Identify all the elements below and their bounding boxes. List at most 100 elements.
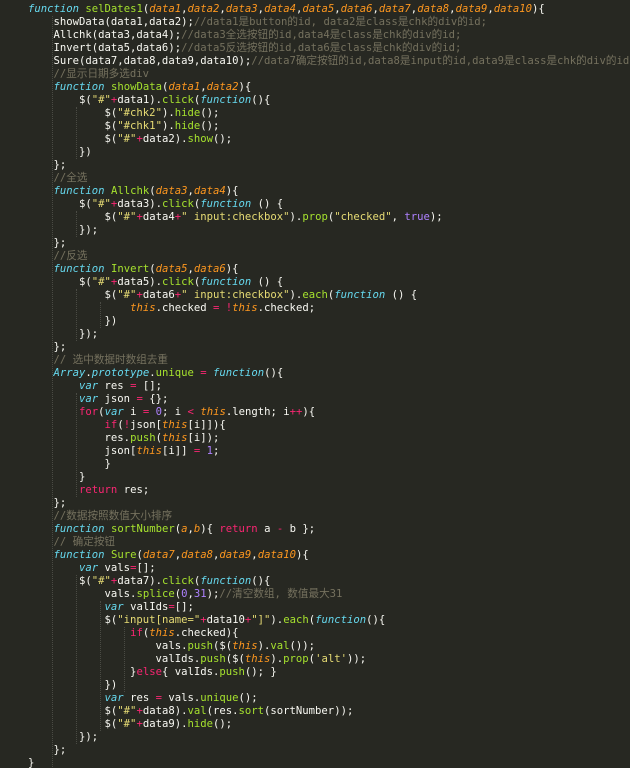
code-line[interactable]: $("#"+data1).click(function(){ — [28, 94, 270, 107]
code-token: json — [98, 393, 137, 405]
code-line[interactable]: var json = {}; — [28, 393, 168, 406]
code-line[interactable]: }) — [28, 315, 118, 328]
code-line[interactable]: function sortNumber(a,b){ return a - b }… — [28, 523, 316, 536]
code-token: return — [79, 484, 118, 496]
code-token: ). — [161, 120, 175, 132]
code-line[interactable]: Invert(data5,data6);//data5反选按钮的id,data6… — [28, 42, 462, 55]
code-line[interactable]: valIds.push($(this).prop('alt')); — [28, 653, 367, 666]
code-line[interactable]: $("#"+data6+" input:checkbox").each(func… — [28, 289, 418, 302]
code-token: //data5反选按钮的id,data6是class是chk的div的id; — [181, 42, 462, 54]
code-token: data3 — [155, 185, 188, 197]
code-line[interactable]: var vals=[]; — [28, 562, 156, 575]
code-token: data5 — [302, 3, 335, 15]
code-token: ){ — [302, 406, 316, 418]
code-line[interactable]: var res = vals.unique(); — [28, 692, 258, 705]
code-line[interactable]: $("#"+data5).click(function () { — [28, 276, 283, 289]
code-token: "#chk2" — [117, 107, 162, 119]
code-line[interactable]: // 选中数据时数组去重 — [28, 354, 169, 367]
code-line[interactable]: $("#chk2").hide(); — [28, 107, 220, 120]
code-token: click — [161, 94, 194, 106]
code-line[interactable]: }; — [28, 744, 67, 757]
code-token: Array — [53, 367, 86, 379]
code-line[interactable]: //全选 — [28, 172, 88, 185]
code-token: []; — [136, 562, 156, 574]
code-line[interactable]: vals.push($(this).val()); — [28, 640, 316, 653]
code-line[interactable]: $("#"+data3).click(function () { — [28, 198, 283, 211]
code-line[interactable]: }; — [28, 497, 67, 510]
code-token: (); } — [244, 666, 277, 678]
code-line[interactable]: Allchk(data3,data4);//data3全选按钮的id,data4… — [28, 29, 462, 42]
code-line[interactable]: }); — [28, 224, 98, 237]
code-line[interactable]: }) — [28, 679, 118, 692]
code-line[interactable]: }); — [28, 731, 98, 744]
code-token: function — [315, 614, 367, 626]
code-line[interactable]: Sure(data7,data8,data9,data10);//data7确定… — [28, 55, 630, 68]
indent-guide — [76, 289, 77, 341]
code-token: each — [302, 289, 328, 301]
code-line[interactable]: function selDates1(data1,data2,data3,dat… — [28, 3, 545, 16]
code-line[interactable]: $("#"+data4+" input:checkbox").prop("che… — [28, 211, 443, 224]
code-line[interactable]: }) — [28, 146, 92, 159]
code-line[interactable]: $("input[name="+data10+"]").each(functio… — [28, 614, 386, 627]
code-token: if — [130, 627, 143, 639]
code-line[interactable]: $("#"+data2).show(); — [28, 133, 233, 146]
code-token: this — [161, 419, 188, 431]
code-line[interactable]: }); — [28, 328, 98, 341]
code-line[interactable]: }; — [28, 341, 67, 354]
code-line[interactable]: function Invert(data5,data6){ — [28, 263, 239, 276]
code-line[interactable]: res.push(this[i]); — [28, 432, 220, 445]
code-line[interactable]: } — [28, 458, 111, 471]
code-token: Sure — [110, 549, 137, 561]
code-line[interactable]: if(!json[this[i]]){ — [28, 419, 226, 432]
code-line[interactable]: $("#"+data9).hide(); — [28, 718, 233, 731]
code-line[interactable]: //反选 — [28, 250, 88, 263]
code-token: ). — [161, 107, 175, 119]
code-token: click — [161, 575, 194, 587]
code-line[interactable]: } — [28, 757, 34, 768]
code-token: var — [104, 692, 124, 704]
code-line[interactable]: function showData(data1,data2){ — [28, 81, 252, 94]
code-line[interactable]: for(var i = 0; i < this.length; i++){ — [28, 406, 315, 419]
code-line[interactable]: //显示日期多选div — [28, 68, 149, 81]
code-token: data2 — [206, 81, 239, 93]
code-token: function — [200, 575, 252, 587]
code-line[interactable]: var res = []; — [28, 380, 162, 393]
code-token: (){ — [251, 575, 271, 587]
indent-guide — [100, 302, 101, 328]
code-token: vals. — [28, 588, 137, 600]
code-token: prop — [283, 653, 309, 665]
code-editor[interactable]: function selDates1(data1,data2,data3,dat… — [0, 0, 630, 768]
code-token: this — [200, 406, 226, 418]
code-token: $( — [28, 705, 118, 717]
code-token: ; — [213, 445, 220, 457]
code-token: [i]] — [161, 445, 194, 457]
code-line[interactable]: }else{ valIds.push(); } — [28, 666, 277, 679]
code-line[interactable]: }; — [28, 237, 67, 250]
code-token: $( — [28, 198, 92, 210]
code-line[interactable]: $("#chk1").hide(); — [28, 120, 220, 133]
code-line[interactable]: // 确定按钮 — [28, 536, 116, 549]
code-token: "#" — [91, 94, 111, 106]
code-token: unique — [155, 367, 194, 379]
indent-guide — [100, 601, 101, 731]
code-line[interactable]: //数据按照数值大小排序 — [28, 510, 173, 523]
code-line[interactable]: function Allchk(data3,data4){ — [28, 185, 239, 198]
code-line[interactable]: function Sure(data7,data8,data9,data10){ — [28, 549, 309, 562]
code-line[interactable]: $("#"+data7).click(function(){ — [28, 575, 270, 588]
indent-guide — [52, 16, 53, 768]
code-token: selDates1 — [85, 3, 143, 15]
code-line[interactable]: return res; — [28, 484, 149, 497]
code-token: " input:checkbox" — [181, 211, 290, 223]
code-token: }) — [28, 315, 118, 327]
code-line[interactable]: this.checked = !this.checked; — [28, 302, 315, 315]
code-token: each — [283, 614, 309, 626]
code-token: res — [123, 692, 156, 704]
code-token: ){ — [225, 263, 239, 275]
code-line[interactable]: if(this.checked){ — [28, 627, 238, 640]
code-line[interactable]: json[this[i]] = 1; — [28, 445, 220, 458]
code-line[interactable]: showData(data1,data2);//data1是button的id,… — [28, 16, 488, 29]
code-line[interactable]: }; — [28, 159, 67, 172]
code-line[interactable]: Array.prototype.unique = function(){ — [28, 367, 284, 380]
